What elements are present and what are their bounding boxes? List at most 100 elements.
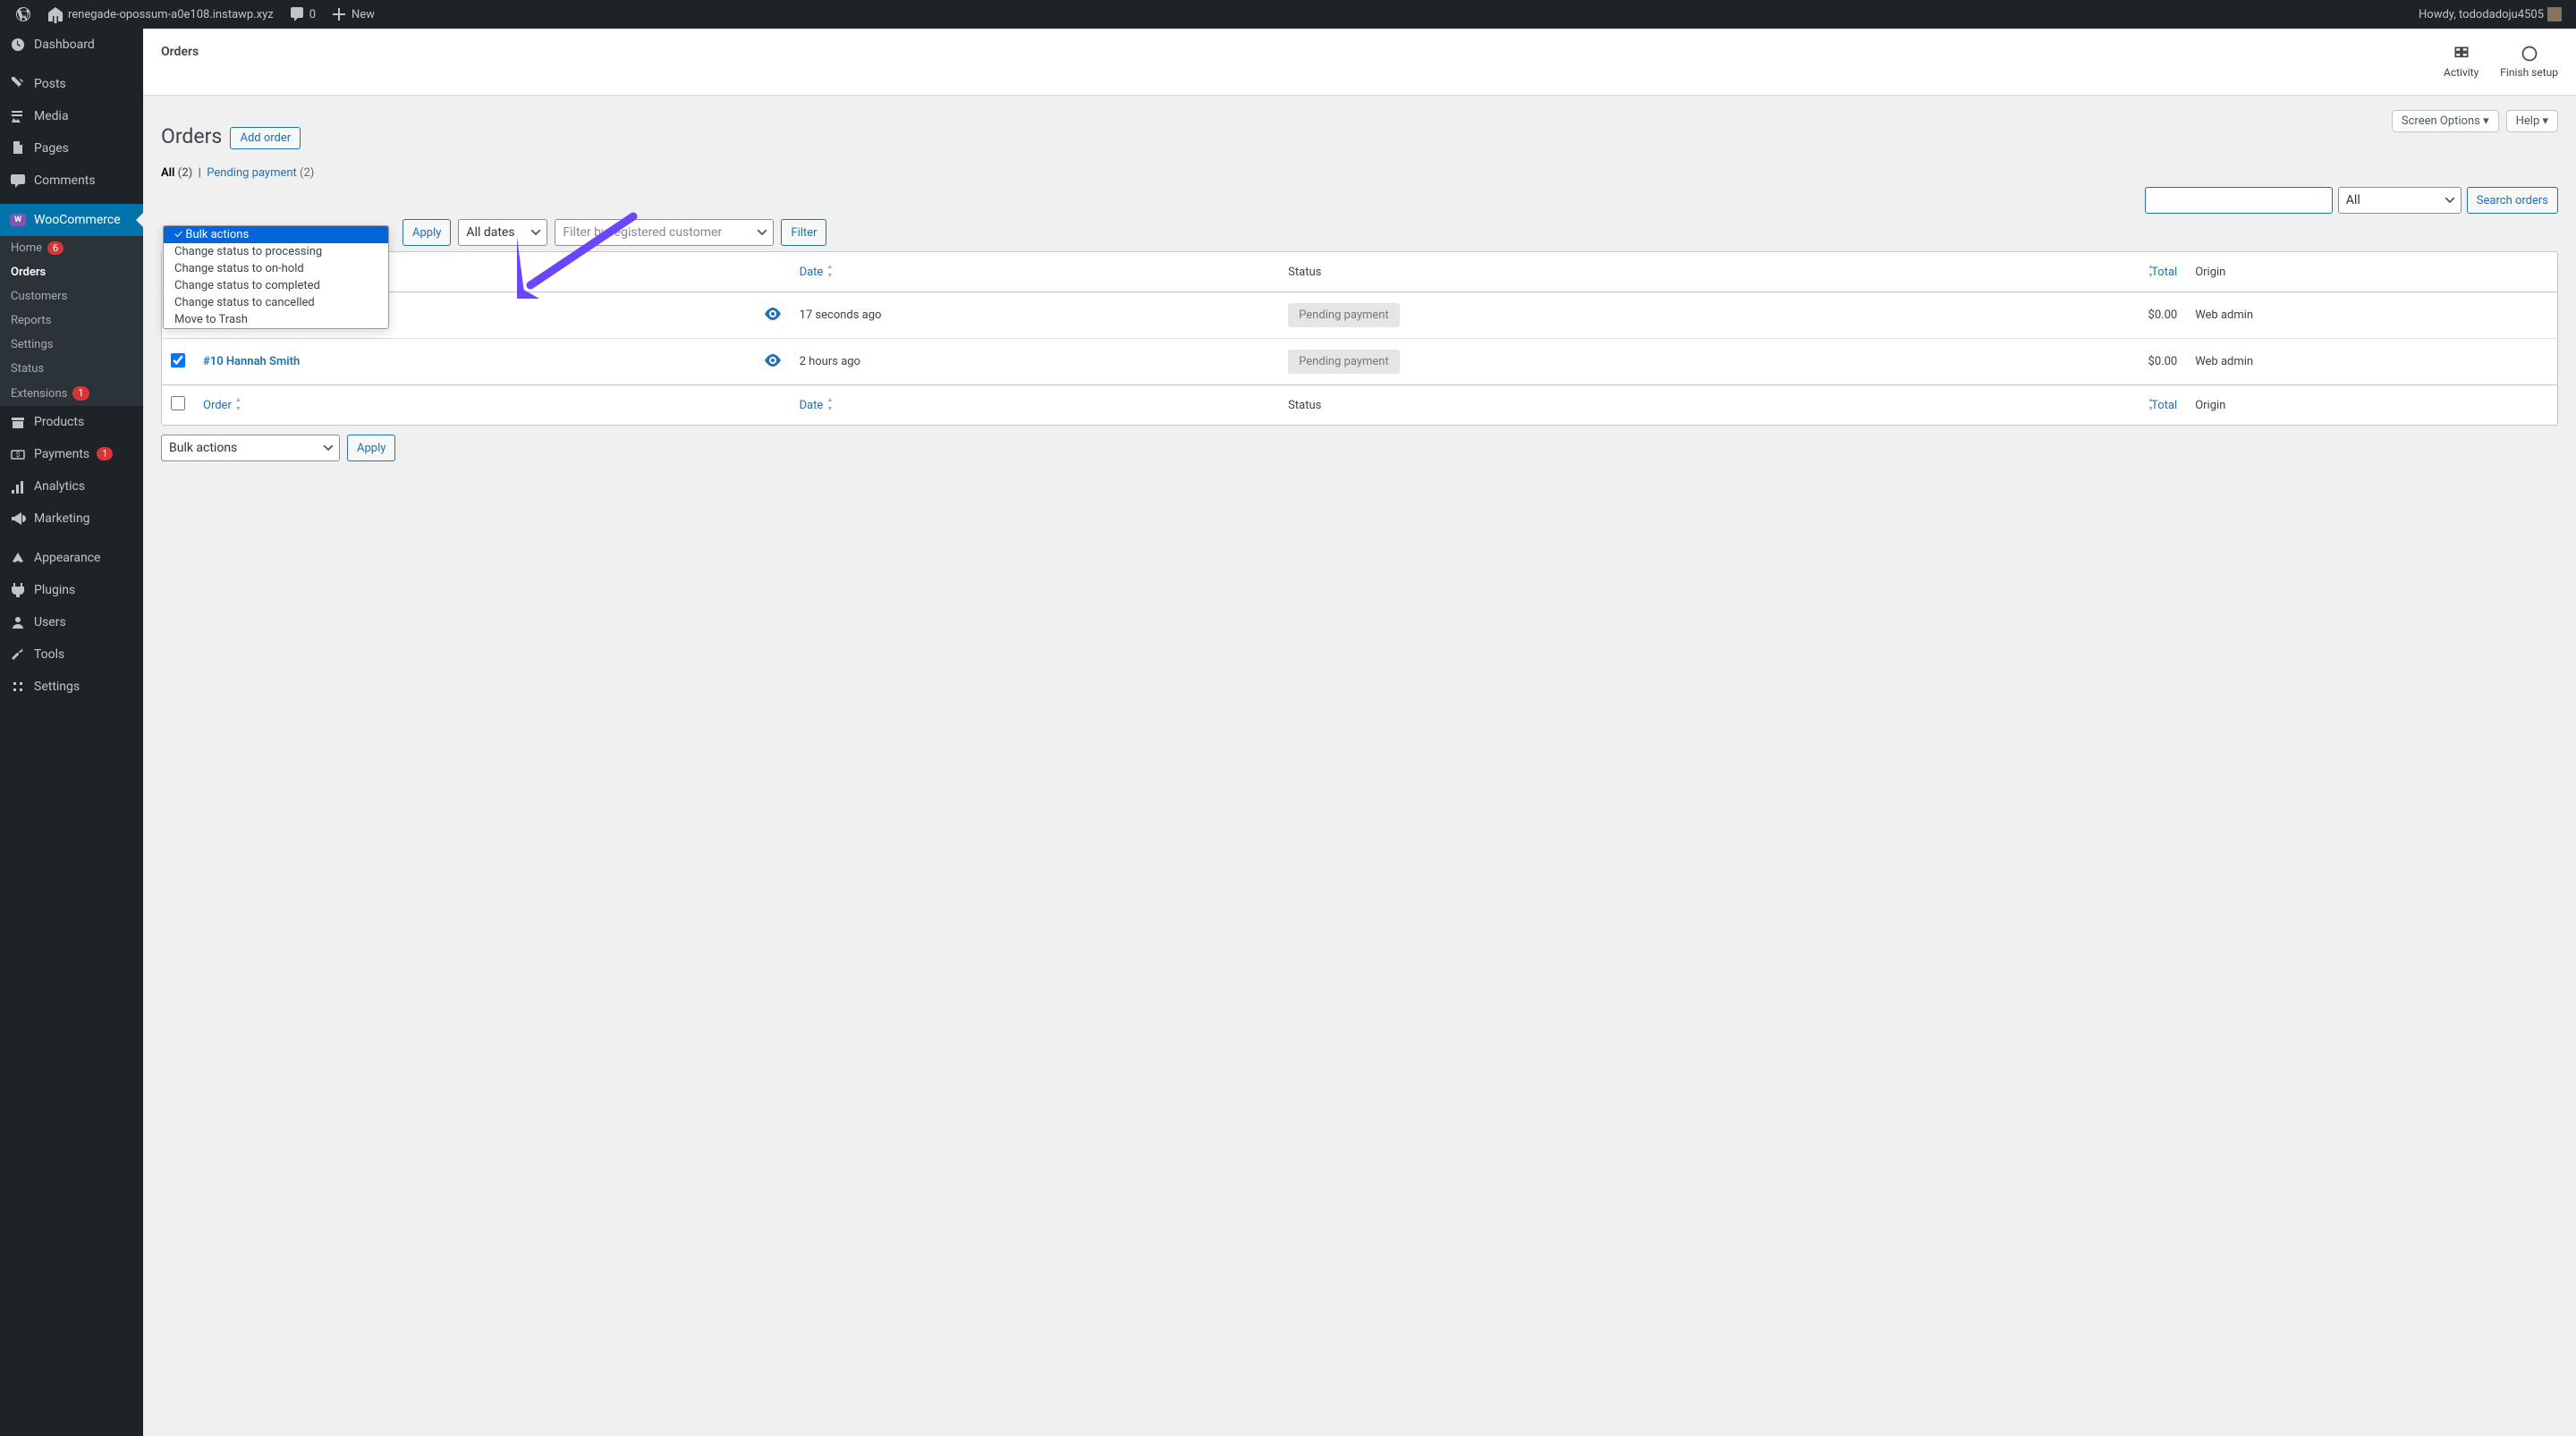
screen-options-tab[interactable]: Screen Options ▾ <box>2392 110 2499 132</box>
preview-icon[interactable] <box>764 357 782 370</box>
sidebar-item-media[interactable]: Media <box>0 100 143 132</box>
sidebar-item-marketing[interactable]: Marketing <box>0 503 143 535</box>
submenu-label: Orders <box>11 266 46 279</box>
new-label: New <box>352 8 375 21</box>
sidebar-item-woocommerce[interactable]: W WooCommerce <box>0 204 143 236</box>
sidebar-item-label: Users <box>34 615 66 629</box>
sidebar-item-plugins[interactable]: Plugins <box>0 574 143 606</box>
site-name-label: renegade-opossum-a0e108.instawp.xyz <box>68 8 274 21</box>
sidebar-item-label: Appearance <box>34 551 100 565</box>
filter-button[interactable]: Filter <box>781 219 826 246</box>
sidebar-item-users[interactable]: Users <box>0 606 143 638</box>
sidebar-item-dashboard[interactable]: Dashboard <box>0 29 143 61</box>
customer-filter[interactable]: Filter by registered customer <box>555 219 774 246</box>
row-total: $0.00 <box>1911 339 2186 384</box>
dropdown-option-onhold[interactable]: Change status to on-hold <box>164 260 388 277</box>
col-date[interactable]: Date <box>791 384 1280 425</box>
user-greeting[interactable]: Howdy, tododadoju4505 <box>2411 0 2569 29</box>
help-tab[interactable]: Help ▾ <box>2506 110 2558 132</box>
row-date: 17 seconds ago <box>791 292 1280 339</box>
filter-pending[interactable]: Pending payment (2) <box>207 166 314 180</box>
dropdown-option-processing[interactable]: Change status to processing <box>164 243 388 260</box>
orders-table: Order Date Status Total Origin 17 second… <box>161 251 2558 426</box>
sidebar-item-comments[interactable]: Comments <box>0 165 143 197</box>
row-checkbox[interactable] <box>171 353 185 367</box>
dropdown-option-trash[interactable]: Move to Trash <box>164 311 388 328</box>
select-all-bottom[interactable] <box>171 396 185 410</box>
sidebar-item-appearance[interactable]: Appearance <box>0 542 143 574</box>
bulk-actions-bottom[interactable]: Bulk actions <box>161 435 340 461</box>
sort-icon <box>826 400 835 409</box>
order-link[interactable]: #10 Hannah Smith <box>203 355 300 368</box>
pages-icon <box>9 139 27 157</box>
submenu-home[interactable]: Home 6 <box>0 236 143 260</box>
status-badge: Pending payment <box>1288 350 1400 374</box>
filter-all[interactable]: All (2) <box>161 166 192 180</box>
finish-setup-button[interactable]: Finish setup <box>2500 45 2558 79</box>
submenu-label: Settings <box>11 338 53 351</box>
extensions-badge: 1 <box>72 386 89 400</box>
col-order[interactable]: Order <box>194 384 755 425</box>
apply-button-top[interactable]: Apply <box>402 219 451 246</box>
status-badge: Pending payment <box>1288 303 1400 327</box>
activity-label: Activity <box>2444 66 2479 79</box>
sidebar-item-products[interactable]: Products <box>0 406 143 438</box>
media-icon <box>9 107 27 125</box>
avatar <box>2547 7 2562 21</box>
add-order-button[interactable]: Add order <box>230 127 301 149</box>
row-total: $0.00 <box>1911 292 2186 339</box>
sidebar-item-label: Dashboard <box>34 38 95 52</box>
sidebar-item-payments[interactable]: $ Payments 1 <box>0 438 143 470</box>
submenu-label: Extensions <box>11 387 67 401</box>
marketing-icon <box>9 510 27 528</box>
category-filter[interactable]: All <box>2338 187 2462 214</box>
submenu-extensions[interactable]: Extensions 1 <box>0 381 143 405</box>
sidebar-item-settings[interactable]: Settings <box>0 671 143 703</box>
submenu-reports[interactable]: Reports <box>0 308 143 333</box>
svg-text:$: $ <box>16 451 21 459</box>
posts-icon <box>9 75 27 93</box>
sidebar-item-label: Comments <box>34 173 96 188</box>
col-total[interactable]: Total <box>1911 384 2186 425</box>
orders-heading: Orders <box>161 96 222 159</box>
col-total[interactable]: Total <box>1911 252 2186 292</box>
woocommerce-icon: W <box>9 211 27 229</box>
tools-icon <box>9 646 27 663</box>
dropdown-option-bulk[interactable]: ✓ Bulk actions <box>164 226 388 243</box>
table-row[interactable]: 17 seconds ago Pending payment $0.00 Web… <box>162 292 2557 339</box>
sidebar-item-analytics[interactable]: Analytics <box>0 470 143 503</box>
table-row[interactable]: #10 Hannah Smith 2 hours ago Pending pay… <box>162 339 2557 384</box>
users-icon <box>9 613 27 631</box>
dashboard-icon <box>9 36 27 54</box>
apply-button-bottom[interactable]: Apply <box>347 435 395 461</box>
status-filters: All (2) | Pending payment (2) <box>161 166 2558 180</box>
dropdown-option-completed[interactable]: Change status to completed <box>164 277 388 294</box>
wp-logo[interactable] <box>7 0 39 29</box>
submenu-status[interactable]: Status <box>0 357 143 381</box>
submenu-customers[interactable]: Customers <box>0 284 143 308</box>
activity-button[interactable]: Activity <box>2444 45 2479 79</box>
comments-link[interactable]: 0 <box>281 0 323 29</box>
sidebar-item-label: Pages <box>34 141 69 156</box>
search-input[interactable] <box>2145 187 2333 214</box>
new-content-link[interactable]: New <box>323 0 382 29</box>
site-link[interactable]: renegade-opossum-a0e108.instawp.xyz <box>39 0 281 29</box>
col-date[interactable]: Date <box>791 252 1280 292</box>
col-status: Status <box>1279 384 1911 425</box>
date-filter[interactable]: All dates <box>458 219 547 246</box>
row-origin: Web admin <box>2186 339 2557 384</box>
sidebar-item-tools[interactable]: Tools <box>0 638 143 671</box>
sidebar-item-pages[interactable]: Pages <box>0 132 143 165</box>
preview-icon[interactable] <box>764 310 782 324</box>
sidebar-item-label: Payments <box>34 447 89 461</box>
search-orders-button[interactable]: Search orders <box>2467 187 2558 214</box>
sidebar-item-posts[interactable]: Posts <box>0 68 143 100</box>
sidebar-item-label: Settings <box>34 680 80 694</box>
sidebar-item-label: Plugins <box>34 583 75 597</box>
dropdown-option-cancelled[interactable]: Change status to cancelled <box>164 294 388 311</box>
submenu-settings[interactable]: Settings <box>0 333 143 357</box>
sidebar-item-label: Media <box>34 109 69 123</box>
submenu-orders[interactable]: Orders <box>0 260 143 284</box>
col-origin: Origin <box>2186 252 2557 292</box>
admin-sidebar: Dashboard Posts Media Pages Comments W W… <box>0 29 143 1436</box>
